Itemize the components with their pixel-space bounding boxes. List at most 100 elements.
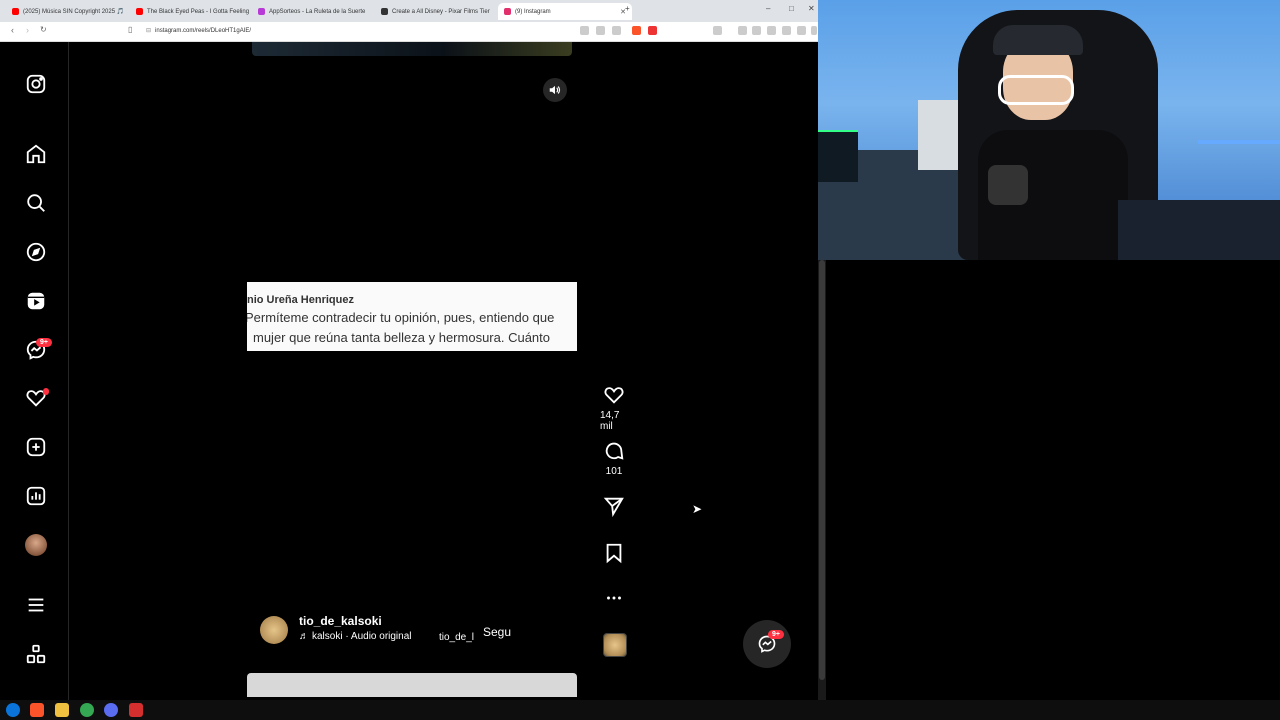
tab-label: (2025) Música SIN Copyright 2025 🎵 <box>23 9 125 15</box>
tab-label: The Black Eyed Peas - I Gotta Feeling <box>147 8 250 15</box>
comment-line: mujer que reúna tanta belleza y hermosur… <box>253 330 551 345</box>
comment-action[interactable]: 101 <box>600 440 628 477</box>
comment-line: Permíteme contradecir tu opinión, pues, … <box>247 310 555 325</box>
file-explorer-icon[interactable] <box>55 703 69 717</box>
background-shape <box>1118 200 1280 260</box>
brave-rewards-icon[interactable] <box>648 26 657 35</box>
reading-list-icon[interactable] <box>752 26 761 35</box>
appsorteos-icon <box>258 8 265 15</box>
menu-icon[interactable] <box>24 593 48 617</box>
audio-link[interactable]: ♬ kalsoki · Audio original <box>299 631 412 642</box>
notification-dot <box>43 388 49 395</box>
more-options-action[interactable] <box>600 587 628 609</box>
tab-disney-tier[interactable]: Create a All Disney - Pixar Films Tier <box>375 3 507 20</box>
bookmark-icon[interactable]: ▯ <box>128 25 132 34</box>
like-action[interactable]: 14,7 mil <box>600 384 628 432</box>
zoom-icon[interactable] <box>596 26 605 35</box>
messenger-badge: 9+ <box>768 630 784 639</box>
close-window-button[interactable]: ✕ <box>808 4 815 13</box>
next-reel-edge <box>247 673 577 697</box>
audio-thumbnail[interactable] <box>603 633 627 657</box>
browser-window: (2025) Música SIN Copyright 2025 🎵 The B… <box>0 0 818 700</box>
reload-icon[interactable]: ↻ <box>40 25 47 34</box>
instagram-page: 9+ nio Ureña Henriquez Permíteme contrad… <box>0 42 818 700</box>
cast-icon[interactable] <box>580 26 589 35</box>
webcam-overlay <box>818 0 1280 260</box>
tab-label: (9) Instagram <box>515 8 551 15</box>
youtube-icon <box>12 8 19 15</box>
tiermaker-icon <box>381 8 388 15</box>
tab-black-eyed-peas[interactable]: The Black Eyed Peas - I Gotta Feeling <box>130 3 262 20</box>
youtube-icon <box>136 8 143 15</box>
instagram-logo-icon[interactable] <box>24 72 48 96</box>
comment-count: 101 <box>605 466 623 477</box>
brave-taskbar-icon[interactable] <box>30 703 44 717</box>
dashboard-icon[interactable] <box>24 484 48 508</box>
explore-icon[interactable] <box>24 240 48 264</box>
profile-avatar[interactable] <box>24 533 48 557</box>
monitor-shape <box>818 130 858 182</box>
url-field[interactable]: ⊟ instagram.com/reels/DLeoHT1gAIE/ <box>146 25 566 38</box>
audio-label: kalsoki · Audio original <box>312 631 412 642</box>
reel-video[interactable]: nio Ureña Henriquez Permíteme contradeci… <box>247 42 577 670</box>
led-strip-shape <box>1198 140 1280 144</box>
share-action[interactable] <box>600 495 628 517</box>
search-icon[interactable] <box>24 191 48 215</box>
reel-author: tio_de_kalsoki ♬ kalsoki · Audio origina… <box>260 614 580 654</box>
create-icon[interactable] <box>24 435 48 459</box>
cap-shape <box>993 25 1083 55</box>
tab-appsorteos[interactable]: AppSorteos - La Ruleta de la Suerte <box>252 3 384 20</box>
reels-icon[interactable] <box>24 289 48 313</box>
brave-shield-icon[interactable] <box>632 26 641 35</box>
leo-icon[interactable] <box>782 26 791 35</box>
extensions-icon[interactable] <box>767 26 776 35</box>
comment-author: nio Ureña Henriquez <box>247 294 354 306</box>
author-username[interactable]: tio_de_kalsoki <box>299 614 382 628</box>
bookmark-icon <box>606 543 622 564</box>
save-action[interactable] <box>600 542 628 564</box>
tab-label: AppSorteos - La Ruleta de la Suerte <box>269 8 366 15</box>
sidebar-toggle-icon[interactable] <box>713 26 722 35</box>
home-icon[interactable] <box>24 142 48 166</box>
audio-toggle-button[interactable] <box>543 78 567 102</box>
messages-floating-button[interactable] <box>743 620 791 668</box>
menu-icon[interactable] <box>811 26 817 35</box>
more-icon <box>607 596 621 600</box>
back-icon[interactable]: ‹ <box>11 25 14 35</box>
like-count: 14,7 mil <box>600 410 620 432</box>
tab-bar: (2025) Música SIN Copyright 2025 🎵 The B… <box>0 0 818 22</box>
instagram-tab-icon <box>504 8 511 15</box>
scrollbar-thumb[interactable] <box>819 260 825 680</box>
heart-icon <box>604 387 624 404</box>
microphone-shape <box>988 165 1028 205</box>
author-avatar[interactable] <box>260 616 288 644</box>
site-info-icon[interactable]: ⊟ <box>146 28 151 34</box>
forward-icon[interactable]: › <box>26 25 29 35</box>
windows-start-icon[interactable] <box>6 703 20 717</box>
wallet-icon[interactable] <box>797 26 806 35</box>
app-icon[interactable] <box>104 703 118 717</box>
also-from-meta-icon[interactable] <box>24 642 48 666</box>
new-tab-button[interactable]: + <box>625 4 630 13</box>
tab-instagram[interactable]: (9) Instagram ✕ <box>498 3 632 20</box>
url-text: instagram.com/reels/DLeoHT1gAIE/ <box>155 28 252 34</box>
chrome-icon[interactable] <box>80 703 94 717</box>
app-icon[interactable] <box>129 703 143 717</box>
messages-badge: 9+ <box>36 338 52 347</box>
mouse-cursor-icon: ➤ <box>692 502 703 516</box>
taskbar <box>0 700 1280 720</box>
sidebar: 9+ <box>0 42 69 700</box>
media-icon[interactable] <box>738 26 747 35</box>
minimize-button[interactable]: – <box>766 4 770 13</box>
speaker-icon <box>549 85 561 95</box>
address-bar: ‹ › ↻ ▯ ⊟ instagram.com/reels/DLeoHT1gAIE… <box>0 22 818 42</box>
music-note-icon: ♬ <box>299 631 309 642</box>
follow-button[interactable]: Segu <box>483 625 511 639</box>
share-icon[interactable] <box>612 26 621 35</box>
send-icon <box>603 497 624 517</box>
maximize-button[interactable]: □ <box>789 4 794 13</box>
tab-label: Create a All Disney - Pixar Films Tier <box>392 8 490 15</box>
tab-musica[interactable]: (2025) Música SIN Copyright 2025 🎵 <box>6 3 138 20</box>
audio-marquee: tio_de_l <box>439 632 475 643</box>
comment-icon <box>605 442 624 460</box>
